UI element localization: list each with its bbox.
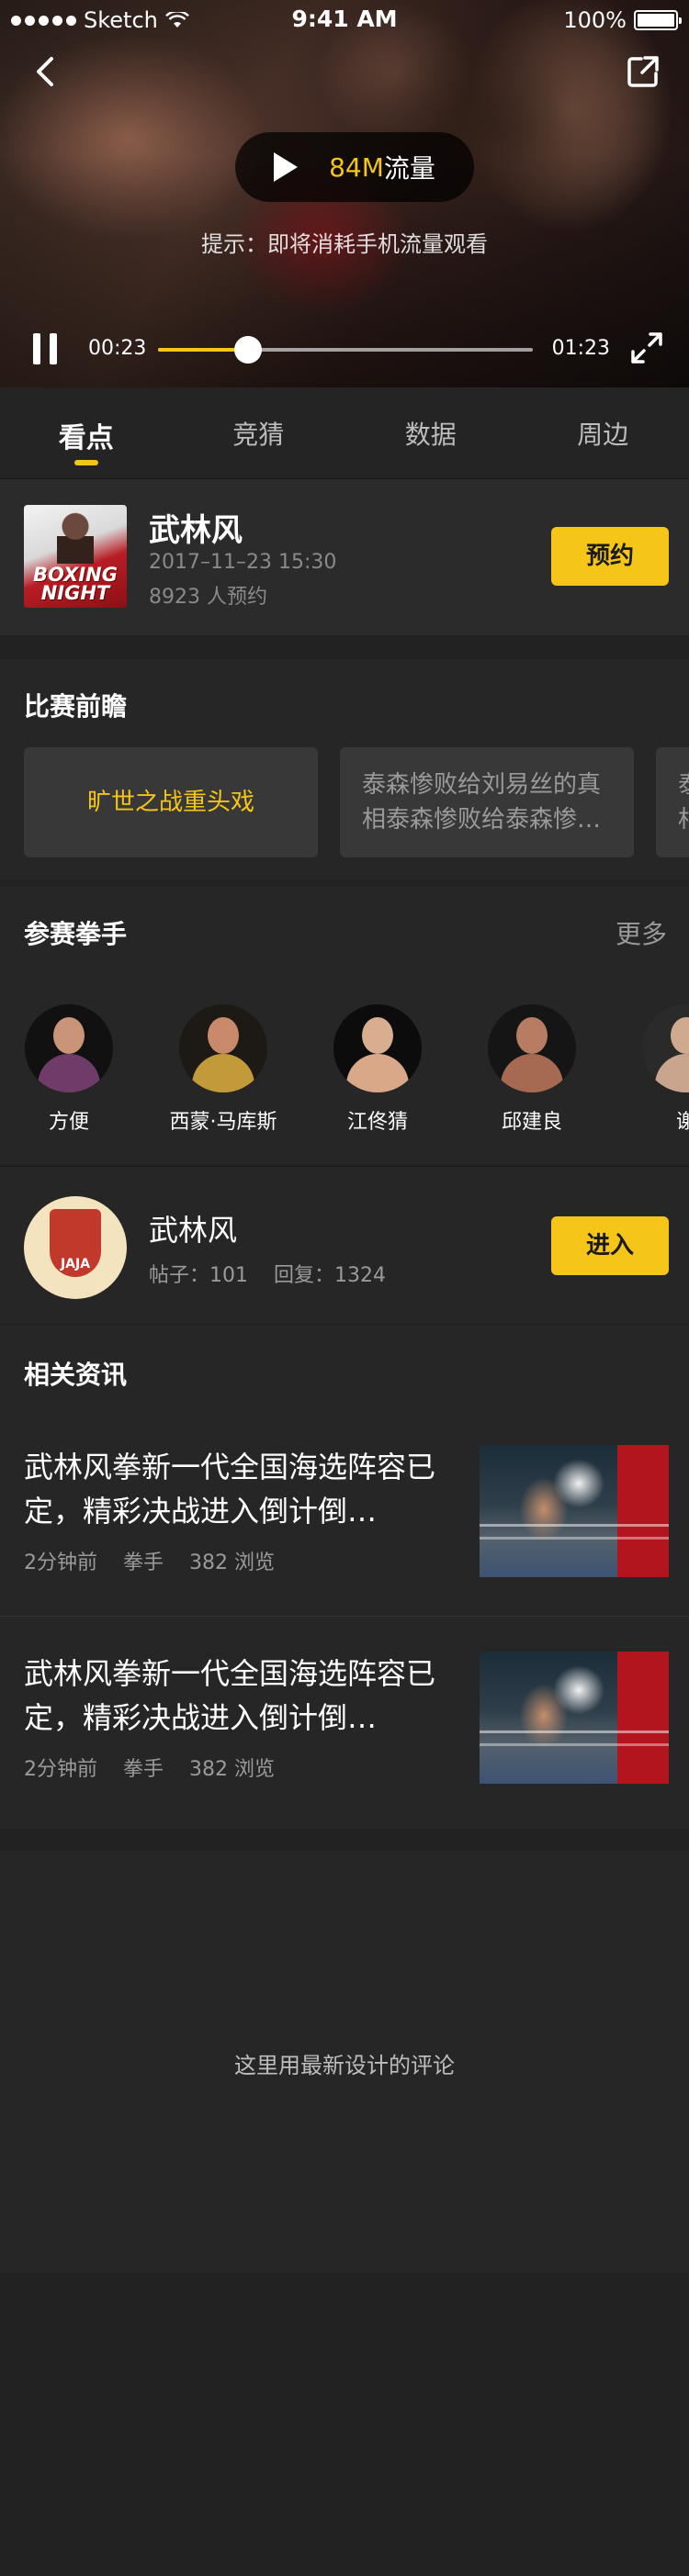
tab-data[interactable]: 数据 [344,387,517,478]
progress-thumb[interactable] [233,336,262,364]
avatar [25,1004,113,1092]
tab-merch[interactable]: 周边 [517,387,689,478]
avatar [642,1004,689,1092]
club-logo: JAJA [24,1196,127,1299]
event-date: 2017–11–23 15:30 [149,551,337,574]
boxer-item[interactable]: 谢 [617,1004,689,1135]
share-icon[interactable] [625,53,661,90]
news-thumbnail [480,1652,669,1784]
post-count: 帖子：101 [149,1264,248,1287]
club-name: 武林风 [149,1213,238,1248]
progress-bar[interactable] [158,336,533,364]
data-usage-tip: 提示：即将消耗手机流量观看 [201,231,488,257]
boxer-item[interactable]: 西蒙·马库斯 [154,1004,292,1135]
news-views: 382 浏览 [189,1758,276,1781]
news-thumbnail [480,1445,669,1577]
preview-card[interactable]: 泰相 [656,747,689,857]
news-title: 武林风拳新一代全国海选阵容已定，精彩决战进入倒计倒… [24,1656,436,1735]
play-icon [274,152,299,182]
news-time: 2分钟前 [24,1758,97,1781]
avatar [488,1004,576,1092]
more-link[interactable]: 更多 [616,914,667,951]
boxers-section: 参赛拳手 更多 方便 西蒙·马库斯 江佟猜 邱建良 谢 [0,887,689,1164]
data-unit: 流量 [383,153,435,184]
fullscreen-icon[interactable] [628,330,665,366]
match-preview-section: 比赛前瞻 旷世之战重头戏 泰森惨败给刘易丝的真相泰森惨败给泰森惨… 泰相 [0,659,689,879]
event-poster: BOXING NIGHT [24,505,127,608]
section-title: 相关资讯 [24,1360,128,1390]
club-logo-text: JAJA [60,1257,91,1271]
news-category: 拳手 [123,1758,164,1781]
reservation-count: 8923 人预约 [149,586,267,609]
boxer-name: 西蒙·马库斯 [169,1111,277,1134]
boxer-item[interactable]: 江佟猜 [309,1004,446,1135]
video-player[interactable]: Sketch 9:41 AM 100% 84M 流量 提示：即将消耗手机流量观看… [0,0,689,387]
player-controls: 00:23 01:23 [0,326,689,377]
preview-card[interactable]: 泰森惨败给刘易丝的真相泰森惨败给泰森惨… [340,747,634,857]
reply-count: 回复：1324 [274,1264,386,1287]
comments-placeholder: 这里用最新设计的评论 [234,2053,455,2078]
preview-card[interactable]: 旷世之战重头戏 [24,747,318,857]
news-meta: 2分钟前 拳手 382 浏览 [24,1546,275,1575]
preview-card-text: 泰相 [678,767,689,837]
battery-icon [634,10,682,30]
tab-bar: 看点 竞猜 数据 周边 [0,387,689,479]
status-bar: Sketch 9:41 AM 100% [0,0,689,39]
poster-text: BOXING NIGHT [33,564,118,604]
news-item[interactable]: 武林风拳新一代全国海选阵容已定，精彩决战进入倒计倒… 2分钟前 拳手 382 浏览 [0,1410,689,1616]
avatar [179,1004,267,1092]
news-item[interactable]: 武林风拳新一代全国海选阵容已定，精彩决战进入倒计倒… 2分钟前 拳手 382 浏览 [0,1616,689,1821]
battery-percent: 100% [563,7,627,33]
boxer-name: 谢 [675,1111,689,1134]
play-with-data-button[interactable]: 84M 流量 [235,132,474,202]
club-card: JAJA 武林风 帖子：101 回复：1324 进入 [0,1166,689,1324]
back-icon[interactable] [28,53,64,90]
related-news-section: 相关资讯 武林风拳新一代全国海选阵容已定，精彩决战进入倒计倒… 2分钟前 拳手 38… [0,1326,689,1829]
news-meta: 2分钟前 拳手 382 浏览 [24,1753,275,1782]
boxer-name: 方便 [48,1111,89,1134]
boxer-item[interactable]: 方便 [0,1004,138,1135]
total-time: 01:23 [551,337,610,360]
boxer-item[interactable]: 邱建良 [463,1004,601,1135]
tab-guess[interactable]: 竞猜 [173,387,345,478]
club-stats: 帖子：101 回复：1324 [149,1259,386,1288]
data-size: 84M [329,151,384,183]
news-category: 拳手 [123,1551,164,1574]
preview-card-text: 泰森惨败给刘易丝的真相泰森惨败给泰森惨… [362,771,602,834]
enter-button[interactable]: 进入 [551,1216,669,1275]
news-views: 382 浏览 [189,1551,276,1574]
current-time: 00:23 [88,337,147,360]
event-card: BOXING NIGHT 武林风 2017–11–23 15:30 8923 人… [0,479,689,635]
section-title: 参赛拳手 [24,919,128,949]
preview-card-text: 旷世之战重头戏 [86,789,254,816]
boxer-name: 江佟猜 [346,1111,408,1134]
section-title: 比赛前瞻 [24,691,128,722]
avatar [333,1004,422,1092]
event-title: 武林风 [149,512,243,549]
reserve-button[interactable]: 预约 [551,527,669,586]
boxer-name: 邱建良 [501,1111,562,1134]
comments-section: 这里用最新设计的评论 [0,1851,689,2273]
pause-icon[interactable] [33,333,57,364]
tab-highlights[interactable]: 看点 [0,387,173,478]
poster-figure [51,510,99,564]
news-title: 武林风拳新一代全国海选阵容已定，精彩决战进入倒计倒… [24,1450,436,1529]
news-time: 2分钟前 [24,1551,97,1574]
